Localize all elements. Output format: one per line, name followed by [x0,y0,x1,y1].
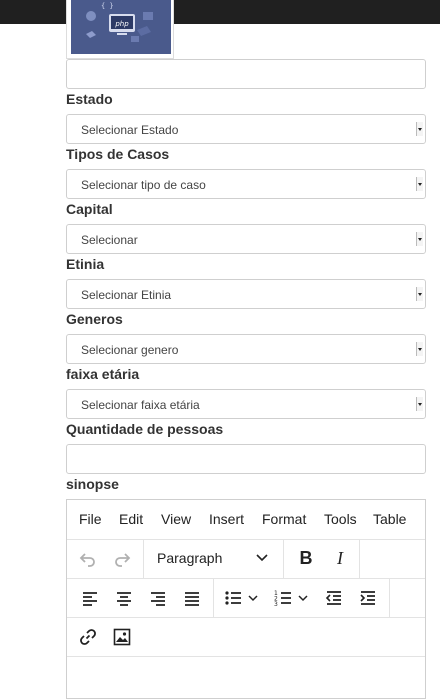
editor-toolbar-row-3 [67,617,425,657]
numbered-list-icon: 1 2 3 [274,590,308,608]
faixa-etaria-select-value: Selecionar faixa etária [81,398,200,412]
outdent-icon [325,590,341,605]
align-right-button[interactable] [145,578,171,617]
chevron-down-icon [416,287,423,301]
editor-toolbar-row-1: Paragraph B I [67,539,425,579]
align-left-button[interactable] [77,578,103,617]
menu-table[interactable]: Table [373,511,406,527]
undo-icon [79,552,95,567]
capital-select-value: Selecionar [81,233,138,247]
indent-icon [360,590,375,605]
chevron-down-icon [416,397,423,411]
align-justify-button[interactable] [179,578,205,617]
menu-insert[interactable]: Insert [209,511,244,527]
indent-button[interactable] [355,578,381,617]
svg-text:3: 3 [274,601,278,608]
redo-button[interactable] [109,539,135,578]
menu-edit[interactable]: Edit [119,511,143,527]
insert-link-button[interactable] [75,617,101,656]
align-left-icon [83,591,97,606]
toolbar-divider [213,578,214,617]
image-thumbnail: php { } [71,0,171,54]
link-icon [80,628,96,645]
rich-text-editor: File Edit View Insert Format Tools Table… [66,499,426,699]
toolbar-divider [389,578,390,617]
generos-label: Generos [66,311,123,327]
tipos-casos-select[interactable]: Selecionar tipo de caso [66,169,426,199]
menu-tools[interactable]: Tools [324,511,357,527]
block-format-select[interactable]: Paragraph [143,539,281,578]
php-illustration-icon: php { } [71,0,171,54]
insert-image-button[interactable] [109,617,135,656]
capital-label: Capital [66,201,113,217]
chevron-down-icon [416,342,423,356]
editor-content-area[interactable] [67,657,425,698]
menu-file[interactable]: File [79,511,102,527]
estado-label: Estado [66,91,113,107]
svg-text:{ }: { } [101,2,114,10]
editor-menubar: File Edit View Insert Format Tools Table [67,500,425,540]
etinia-label: Etinia [66,256,105,272]
align-right-icon [151,591,165,606]
php-badge-text: php [114,20,129,28]
estado-select-value: Selecionar Estado [81,123,179,137]
menu-format[interactable]: Format [262,511,306,527]
redo-icon [115,552,131,567]
tipos-casos-select-value: Selecionar tipo de caso [81,178,206,192]
bold-button[interactable]: B [291,539,321,578]
chevron-down-icon [416,122,423,136]
sinopse-label: sinopse [66,476,119,492]
chevron-down-icon [416,177,423,191]
italic-icon: I [337,548,343,568]
faixa-etaria-select[interactable]: Selecionar faixa etária [66,389,426,419]
undo-button[interactable] [75,539,101,578]
quantidade-label: Quantidade de pessoas [66,421,224,437]
chevron-down-icon [256,554,268,562]
image-thumbnail-frame[interactable]: php { } [66,0,174,59]
italic-button[interactable]: I [325,539,355,578]
align-justify-icon [185,591,199,606]
capital-select[interactable]: Selecionar [66,224,426,254]
numbered-list-button[interactable]: 1 2 3 [271,578,315,617]
align-center-icon [117,591,131,606]
editor-toolbar-row-2: 1 2 3 [67,578,425,618]
block-format-value: Paragraph [157,550,223,566]
faixa-etaria-label: faixa etária [66,366,140,382]
toolbar-divider [283,539,284,578]
generos-select-value: Selecionar genero [81,343,179,357]
estado-select[interactable]: Selecionar Estado [66,114,426,144]
generos-select[interactable]: Selecionar genero [66,334,426,364]
bullet-list-button[interactable] [221,578,265,617]
image-icon [113,628,131,645]
quantidade-input[interactable] [66,444,426,474]
toolbar-divider [359,539,360,578]
align-center-button[interactable] [111,578,137,617]
bold-icon: B [299,548,313,568]
chevron-down-icon [416,232,423,246]
tipos-casos-label: Tipos de Casos [66,146,170,162]
bullet-list-icon [225,590,258,605]
outdent-button[interactable] [321,578,347,617]
top-text-input[interactable] [66,59,426,89]
menu-view[interactable]: View [161,511,191,527]
etinia-select[interactable]: Selecionar Etinia [66,279,426,309]
etinia-select-value: Selecionar Etinia [81,288,172,302]
